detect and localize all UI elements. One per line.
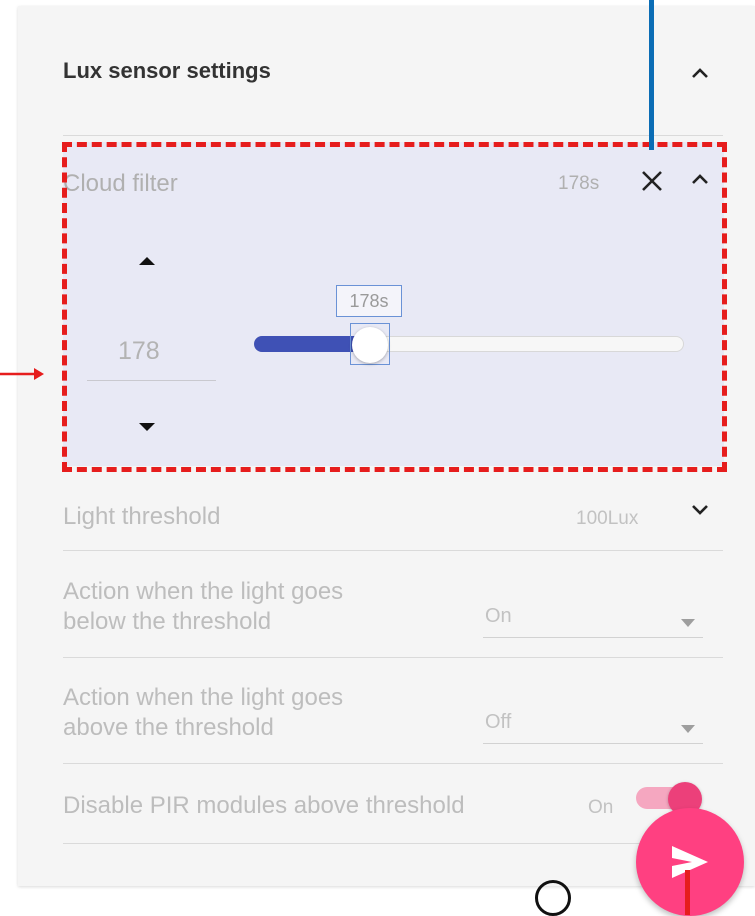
triangle-down-icon — [681, 614, 695, 632]
triangle-down-icon — [681, 720, 695, 738]
divider — [63, 550, 723, 551]
light-threshold-value: 100Lux — [576, 508, 639, 529]
send-fab-button[interactable] — [636, 808, 744, 916]
annotation-line — [649, 0, 654, 150]
disable-pir-state: On — [588, 797, 614, 818]
disable-pir-label: Disable PIR modules above threshold — [63, 792, 465, 819]
action-above-label-line1: Action when the light goes — [63, 684, 344, 711]
action-above-label: Action when the light goes above the thr… — [63, 683, 343, 743]
light-threshold-label: Light threshold — [63, 503, 221, 530]
action-below-label-line2: below the threshold — [63, 608, 272, 635]
annotation-arrow-icon — [0, 364, 46, 389]
send-icon — [672, 846, 708, 878]
action-above-label-line2: above the threshold — [63, 714, 274, 741]
divider — [63, 135, 723, 136]
action-below-selected: On — [485, 605, 512, 627]
action-above-select[interactable]: Off — [483, 703, 703, 744]
section-title: Lux sensor settings — [63, 58, 271, 83]
divider — [63, 657, 723, 658]
action-below-label-line1: Action when the light goes — [63, 578, 344, 605]
action-below-select[interactable]: On — [483, 597, 703, 638]
divider — [63, 843, 723, 844]
annotation-marker — [685, 870, 690, 915]
divider — [63, 763, 723, 764]
action-above-selected: Off — [485, 711, 512, 733]
action-below-label: Action when the light goes below the thr… — [63, 577, 343, 637]
highlight-box — [62, 142, 727, 472]
light-threshold-chevron-down-icon[interactable] — [690, 503, 710, 517]
circle-icon — [535, 880, 571, 916]
section-collapse-chevron-up-icon[interactable] — [690, 66, 710, 80]
